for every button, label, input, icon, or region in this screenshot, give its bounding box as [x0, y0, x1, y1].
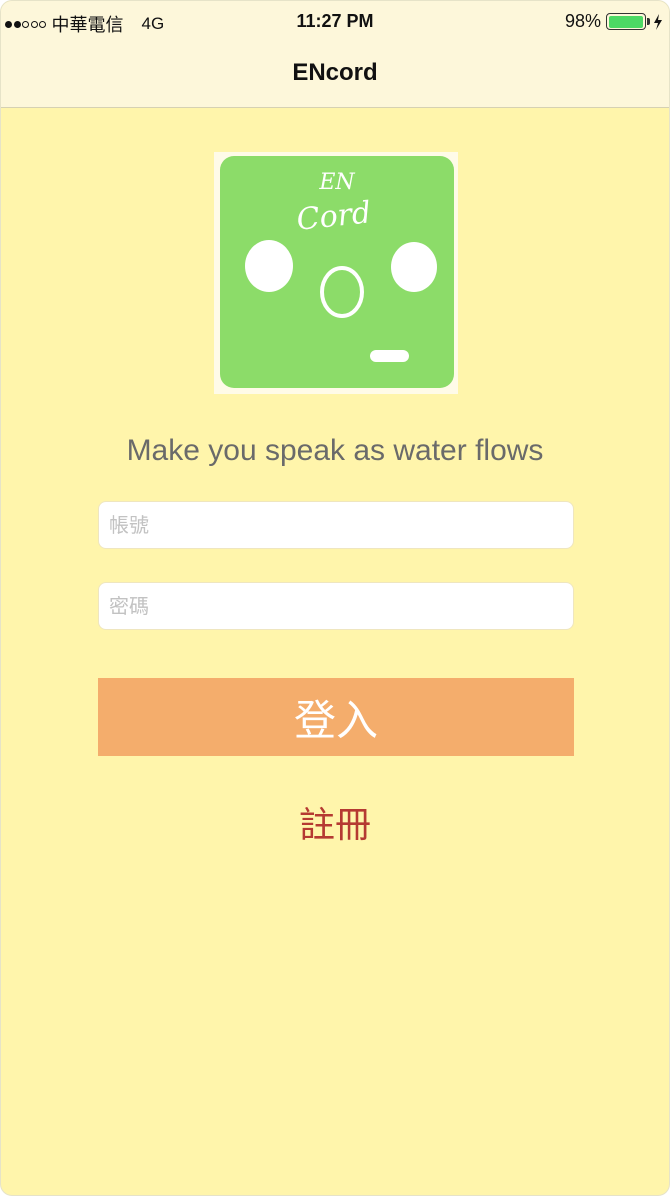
logo-right-eye: [391, 242, 437, 292]
app-screen: 中華電信 4G 11:27 PM 98% ENcord EN Cord Make…: [0, 0, 670, 1196]
logo-mouth: [320, 266, 364, 318]
logo-left-eye: [245, 240, 293, 292]
logo-text-en: EN: [318, 170, 355, 195]
battery-percent: 98%: [564, 11, 601, 31]
tagline: Make you speak as water flows: [126, 434, 544, 467]
nav-title: ENcord: [292, 59, 378, 86]
navigation-bar: ENcord: [1, 41, 669, 108]
logo-face: EN Cord: [220, 156, 454, 388]
status-right: 98%: [565, 11, 663, 32]
login-button[interactable]: 登入: [98, 678, 574, 756]
charging-bolt-icon: [654, 13, 662, 30]
logo-drawing: EN Cord: [245, 170, 437, 362]
battery-fill: [608, 15, 643, 28]
app-logo: EN Cord: [214, 152, 458, 394]
status-bar: 中華電信 4G 11:27 PM 98%: [1, 1, 669, 41]
logo-dash: [370, 350, 409, 362]
register-link[interactable]: 註冊: [1, 796, 669, 848]
battery-icon: [606, 13, 646, 30]
password-input[interactable]: [98, 582, 574, 630]
account-input[interactable]: [98, 501, 574, 549]
logo-text-cord: Cord: [295, 195, 373, 238]
battery-tip: [647, 18, 650, 25]
